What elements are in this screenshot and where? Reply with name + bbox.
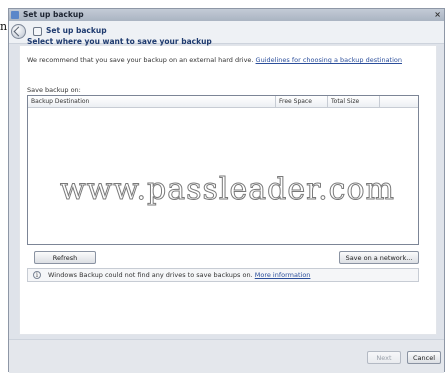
backup-app-icon xyxy=(11,11,19,19)
info-message-text: Windows Backup could not find any drives… xyxy=(48,271,255,279)
guidelines-link[interactable]: Guidelines for choosing a backup destina… xyxy=(256,56,402,64)
column-header-free-space[interactable]: Free Space xyxy=(276,96,328,107)
close-icon[interactable]: × xyxy=(434,9,441,21)
next-button[interactable]: Next xyxy=(367,351,401,364)
info-icon: i xyxy=(33,271,41,279)
watermark-text: www.passleader.com xyxy=(60,172,395,208)
cancel-button[interactable]: Cancel xyxy=(407,351,441,364)
setup-backup-window: Set up backup × Set up backup Select whe… xyxy=(8,8,445,373)
backup-wizard-icon xyxy=(33,27,42,36)
info-message: Windows Backup could not find any drives… xyxy=(48,269,310,281)
more-information-link[interactable]: More information xyxy=(255,271,311,279)
column-header-total-size[interactable]: Total Size xyxy=(328,96,380,107)
save-on-network-button[interactable]: Save on a network... xyxy=(339,251,419,264)
window-title: Set up backup xyxy=(23,10,84,19)
wizard-title: Set up backup xyxy=(46,26,107,35)
table-header: Backup Destination Free Space Total Size xyxy=(28,96,418,108)
page-heading: Select where you want to save your backu… xyxy=(27,37,212,46)
back-arrow-icon[interactable] xyxy=(11,24,26,39)
refresh-button[interactable]: Refresh xyxy=(34,251,96,264)
recommendation-sentence: We recommend that you save your backup o… xyxy=(27,56,256,64)
backup-destination-table[interactable]: Backup Destination Free Space Total Size… xyxy=(27,95,419,245)
column-header-backup-destination[interactable]: Backup Destination xyxy=(28,96,276,107)
info-message-bar: i Windows Backup could not find any driv… xyxy=(27,268,419,282)
recommendation-text: We recommend that you save your backup o… xyxy=(27,56,422,65)
title-bar: Set up backup × xyxy=(9,9,444,21)
save-backup-on-label: Save backup on: xyxy=(27,86,81,94)
